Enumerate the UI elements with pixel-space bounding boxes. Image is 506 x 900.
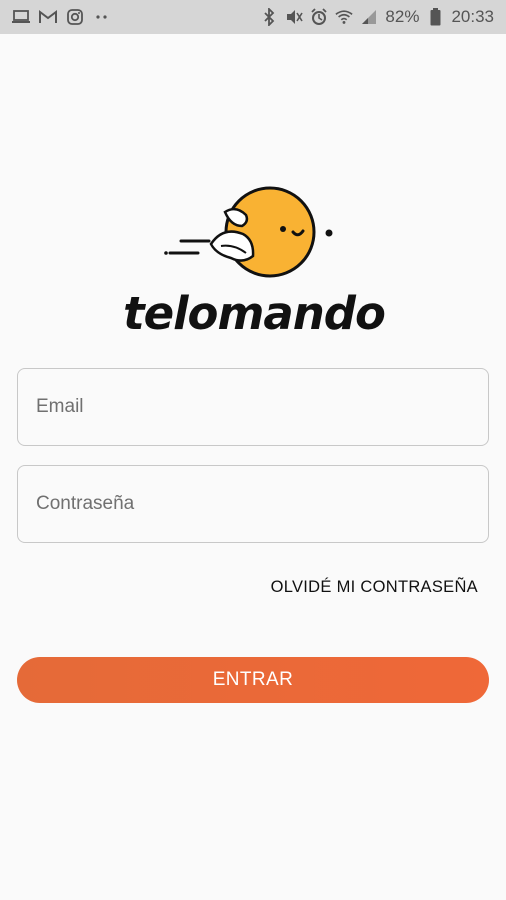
email-field[interactable] bbox=[17, 368, 489, 446]
status-bar: 82% 20:33 bbox=[0, 0, 506, 34]
app-logo: telomando bbox=[113, 182, 395, 342]
alarm-icon bbox=[310, 8, 328, 26]
signal-icon bbox=[360, 8, 378, 26]
battery-icon bbox=[426, 8, 444, 26]
password-field[interactable] bbox=[17, 465, 489, 543]
mascot-icon bbox=[164, 186, 333, 278]
brand-name: telomando bbox=[123, 287, 386, 340]
status-bar-right: 82% 20:33 bbox=[260, 7, 494, 27]
mute-icon bbox=[285, 8, 304, 26]
battery-percent: 82% bbox=[385, 7, 420, 26]
clock: 20:33 bbox=[451, 7, 494, 26]
wifi-icon bbox=[335, 8, 354, 26]
email-input[interactable] bbox=[34, 395, 488, 419]
bluetooth-icon bbox=[260, 8, 278, 26]
instagram-icon bbox=[66, 8, 84, 26]
status-bar-left bbox=[12, 8, 111, 26]
password-input[interactable] bbox=[34, 492, 488, 516]
forgot-password-link[interactable]: OLVIDÉ MI CONTRASEÑA bbox=[271, 578, 478, 597]
login-button[interactable]: ENTRAR bbox=[17, 657, 489, 703]
dots-icon bbox=[93, 8, 111, 26]
laptop-icon bbox=[12, 8, 30, 26]
gmail-icon bbox=[39, 8, 57, 26]
login-screen: 82% 20:33 telomando Email OLVIDÉ MI CONT… bbox=[0, 0, 506, 900]
